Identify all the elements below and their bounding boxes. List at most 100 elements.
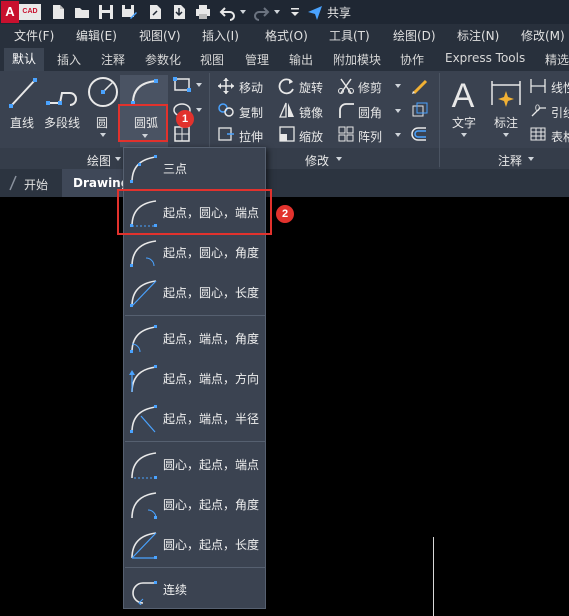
trim-icon[interactable] [337,77,355,95]
trim-label[interactable]: 修剪 [358,79,382,96]
stretch-label[interactable]: 拉伸 [239,128,263,145]
array-label[interactable]: 阵列 [358,128,382,145]
app-logo[interactable]: A CAD [1,1,41,23]
arc-option-start-center-angle[interactable]: 起点，圆心，角度 [125,232,265,272]
polyline-icon[interactable] [46,79,80,107]
draw-panel-expand-icon[interactable] [115,157,121,161]
modify-panel-expand-icon[interactable] [336,157,342,161]
tab-manage[interactable]: 管理 [245,51,269,68]
undo-icon[interactable] [219,3,237,21]
mirror-label[interactable]: 镜像 [299,104,323,121]
text-icon[interactable]: A [449,77,477,111]
table-label[interactable]: 表格 [551,128,569,145]
text-dropdown-icon[interactable] [461,133,467,137]
menu-view[interactable]: 视图(V) [139,27,181,44]
tab-output[interactable]: 输出 [289,51,313,68]
tab-addins[interactable]: 附加模块 [333,51,381,68]
undo-dropdown-icon[interactable] [240,10,246,14]
save-as-icon[interactable] [120,3,138,21]
save-icon[interactable] [97,3,115,21]
fillet-label[interactable]: 圆角 [358,104,382,121]
dimension-icon[interactable] [489,77,523,109]
line-label[interactable]: 直线 [10,114,34,131]
polyline-label[interactable]: 多段线 [44,114,80,131]
linear-label[interactable]: 线性 [551,79,569,96]
tab-featured[interactable]: 精选 [545,51,569,68]
arc-option-three-point[interactable]: 三点 [125,148,265,188]
mirror-icon[interactable] [278,101,296,119]
cursor-crosshair [433,537,434,616]
array-dropdown-icon[interactable] [395,133,401,137]
explode-icon[interactable] [410,101,430,119]
rectangle-icon[interactable] [172,76,192,94]
arc-option-start-end-angle[interactable]: 起点，端点，角度 [125,318,265,358]
open-web-icon[interactable] [146,3,164,21]
arc-option-continue[interactable]: 连续 [125,569,265,609]
tab-collaborate[interactable]: 协作 [400,51,424,68]
offset-icon[interactable] [410,125,430,143]
copy-label[interactable]: 复制 [239,104,263,121]
array-icon[interactable] [337,125,355,143]
leader-icon[interactable]: 0 [529,101,547,119]
line-icon[interactable] [8,77,38,109]
menu-dimension[interactable]: 标注(N) [457,27,499,44]
menu-file[interactable]: 文件(F) [14,27,54,44]
menu-draw[interactable]: 绘图(D) [393,27,436,44]
circle-icon[interactable] [87,76,119,108]
draw-panel-title[interactable]: 绘图 [87,152,111,169]
leader-label[interactable]: 引线 [551,104,569,121]
arc-option-center-start-end[interactable]: 圆心，起点，端点 [125,444,265,484]
customize-qat-icon[interactable] [286,3,304,21]
erase-icon[interactable] [410,77,430,95]
linear-dim-icon[interactable] [529,77,547,95]
menu-modify[interactable]: 修改(M) [521,27,565,44]
hatch-dropdown-icon[interactable] [196,108,202,112]
dimension-dropdown-icon[interactable] [503,133,509,137]
rotate-label[interactable]: 旋转 [299,79,323,96]
scale-label[interactable]: 缩放 [299,128,323,145]
redo-icon[interactable] [252,3,270,21]
arc-option-center-start-length[interactable]: 圆心，起点，长度 [125,524,265,564]
doc-tab-start[interactable]: 开始 [0,169,62,197]
menu-insert[interactable]: 插入(I) [202,27,239,44]
arc-option-center-start-angle[interactable]: 圆心，起点，角度 [125,484,265,524]
arc-option-start-end-radius[interactable]: 起点，端点，半径 [125,398,265,438]
arc-option-start-end-direction[interactable]: 起点，端点，方向 [125,358,265,398]
rotate-icon[interactable] [278,77,296,95]
print-icon[interactable] [194,3,212,21]
share-icon[interactable] [306,3,324,21]
drawing-canvas[interactable] [0,197,569,616]
move-label[interactable]: 移动 [239,79,263,96]
circle-label[interactable]: 圆 [96,114,108,131]
open-folder-icon[interactable] [73,3,91,21]
tab-default[interactable]: 默认 [4,48,44,71]
tab-annotate[interactable]: 注释 [101,51,125,68]
scale-icon[interactable] [278,125,296,143]
menu-format[interactable]: 格式(O) [265,27,308,44]
text-label[interactable]: 文字 [452,114,476,131]
move-icon[interactable] [217,77,235,95]
save-web-icon[interactable] [170,3,188,21]
modify-panel-title[interactable]: 修改 [305,152,329,169]
share-label[interactable]: 共享 [327,4,351,21]
annotation-panel-title[interactable]: 注释 [498,152,522,169]
tab-express-tools[interactable]: Express Tools [445,51,525,65]
fillet-dropdown-icon[interactable] [395,109,401,113]
tab-insert[interactable]: 插入 [57,51,81,68]
tab-parametric[interactable]: 参数化 [145,51,181,68]
trim-dropdown-icon[interactable] [395,84,401,88]
dimension-label[interactable]: 标注 [494,114,518,131]
annotation-panel-expand-icon[interactable] [528,157,534,161]
fillet-icon[interactable] [337,101,355,119]
tab-view[interactable]: 视图 [200,51,224,68]
circle-dropdown-icon[interactable] [100,133,106,137]
copy-icon[interactable] [217,101,235,119]
arc-option-start-center-length[interactable]: 起点，圆心，长度 [125,272,265,312]
stretch-icon[interactable] [217,125,235,143]
menu-edit[interactable]: 编辑(E) [76,27,117,44]
table-icon[interactable] [529,125,547,143]
redo-dropdown-icon[interactable] [274,10,280,14]
rectangle-dropdown-icon[interactable] [196,83,202,87]
new-file-icon[interactable] [49,3,67,21]
menu-tools[interactable]: 工具(T) [329,27,370,44]
